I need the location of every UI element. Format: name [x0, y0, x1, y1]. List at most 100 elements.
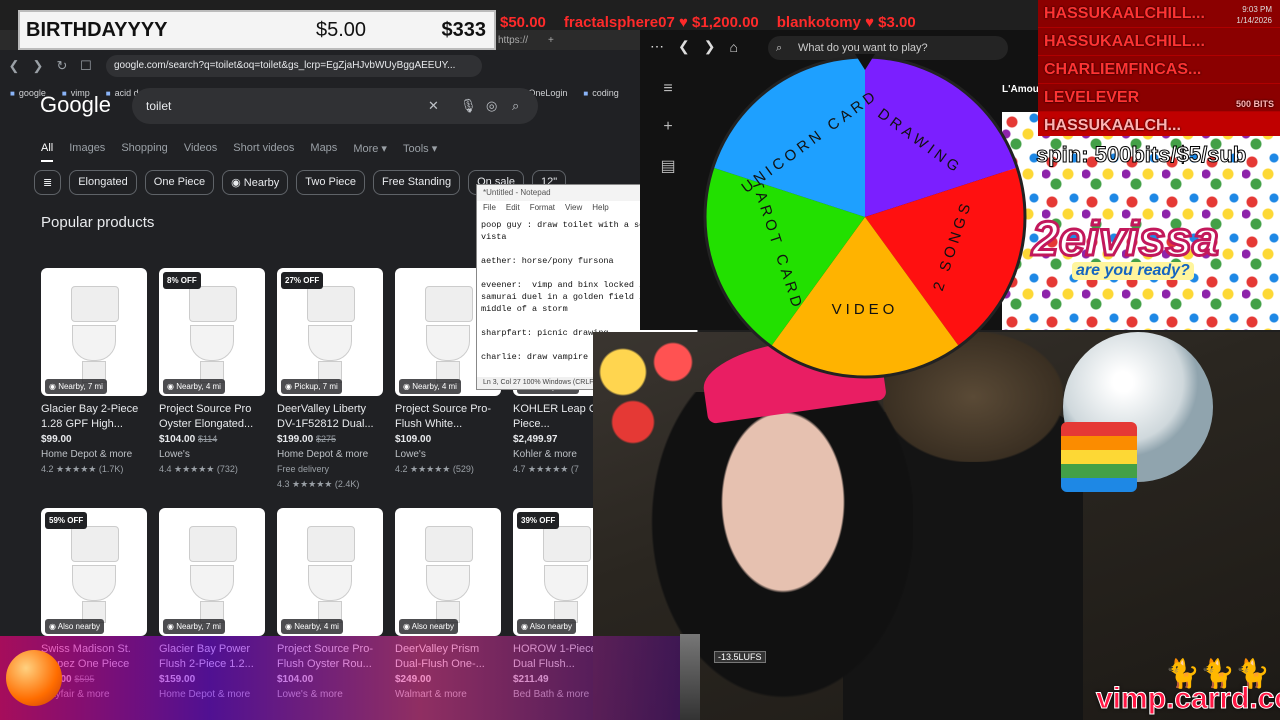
product-store: Lowe's [395, 449, 426, 460]
google-logo[interactable]: Google [40, 92, 111, 118]
product-image[interactable]: ◉ Nearby, 4 mi [277, 508, 383, 636]
alert-amount: 500 BITS [1235, 99, 1274, 109]
tab-6[interactable]: More ▾ [353, 142, 387, 162]
tab-5[interactable]: Maps [310, 142, 337, 162]
folder-icon[interactable]: ▤ [660, 156, 675, 176]
location-badge: ◉ Also nearby [45, 619, 105, 634]
product-image[interactable]: 59% OFF ◉ Also nearby [41, 508, 147, 636]
notepad-menu-item[interactable]: Edit [506, 203, 520, 212]
carrd-link[interactable]: vimp.carrd.co [1096, 682, 1280, 716]
product-image[interactable]: ◉ Nearby, 7 mi [41, 268, 147, 396]
price-current: $109.00 [395, 434, 432, 445]
notepad-menu-item[interactable]: View [565, 203, 582, 212]
search-query: toilet [146, 99, 172, 113]
product-card[interactable]: 8% OFF ◉ Nearby, 4 mi Project Source Pro O… [159, 268, 265, 477]
location-badge: ◉ Also nearby [517, 619, 577, 634]
tab-1[interactable]: Images [69, 142, 105, 162]
tab-4[interactable]: Short videos [233, 142, 294, 162]
clock-time: 9:03 PM [1242, 5, 1272, 14]
tab-2[interactable]: Shopping [121, 142, 168, 162]
clock-date: 1/14/2026 [1236, 16, 1272, 25]
price-current: $2,499.97 [513, 434, 558, 445]
product-image[interactable]: 8% OFF ◉ Nearby, 4 mi [159, 268, 265, 396]
location-badge: ◉ Nearby, 4 mi [399, 379, 461, 394]
toilet-icon [189, 526, 237, 624]
product-card[interactable]: ◉ Nearby, 7 mi Glacier Bay 2-Piece 1.28 G… [41, 268, 147, 477]
location-badge: ◉ Pickup, 7 mi [281, 379, 342, 394]
tab-7[interactable]: Tools ▾ [403, 142, 437, 162]
notepad-menu-item[interactable]: Format [530, 203, 555, 212]
product-image[interactable]: ◉ Nearby, 7 mi [159, 508, 265, 636]
discount-badge: 59% OFF [45, 512, 88, 529]
price-old: $114 [197, 434, 218, 444]
back-icon[interactable]: ❮ [678, 38, 690, 55]
search-icon[interactable]: ⌕ [512, 88, 519, 124]
filter-chip[interactable]: ≣ [34, 170, 62, 195]
product-store: Lowe's [159, 449, 190, 460]
product-price: $109.00 [395, 432, 501, 447]
filter-chip[interactable]: Free Standing [373, 170, 461, 195]
audio-meter [680, 634, 700, 720]
bookmark-icon[interactable]: ☐ [76, 58, 96, 74]
search-input[interactable]: toilet ✕ 🎙 ◎ ⌕ [132, 88, 538, 124]
product-image[interactable]: 27% OFF ◉ Pickup, 7 mi [277, 268, 383, 396]
new-tab-icon[interactable]: + [548, 35, 554, 46]
price-old: $275 [315, 434, 336, 444]
wheel-segment-label: VIDEO [832, 301, 899, 318]
discount-badge: 27% OFF [281, 272, 324, 289]
alert-item: HASSUKAALCH... [1038, 112, 1280, 136]
toilet-icon [189, 286, 237, 384]
lens-icon[interactable]: ◎ [486, 88, 497, 124]
spin-wheel[interactable]: DRAWING2 SONGSVIDEOTAROT CARDUNICORN CAR… [700, 52, 1030, 382]
notepad-menu-item[interactable]: Help [592, 203, 608, 212]
product-rating: 4.2 ★★★★★ (1.7K) [41, 464, 124, 474]
mic-icon[interactable]: 🎙 [460, 88, 477, 124]
bookmark-item[interactable]: coding [583, 88, 619, 98]
more-icon[interactable]: ⋯ [650, 38, 664, 55]
toilet-icon [307, 526, 355, 624]
clear-icon[interactable]: ✕ [428, 88, 439, 124]
product-store: Home Depot & more [41, 449, 133, 460]
product-price: $199.00 $275 [277, 432, 383, 447]
filter-chip[interactable]: Elongated [69, 170, 137, 195]
tab-url[interactable]: https:// [498, 35, 528, 46]
add-icon[interactable]: + [663, 118, 672, 136]
donation-total: $333 [441, 18, 487, 41]
product-name[interactable]: DeerValley Liberty DV-1F52812 Dual... [277, 402, 383, 432]
audio-visualizer [0, 636, 700, 720]
product-image[interactable]: ◉ Also nearby [395, 508, 501, 636]
product-rating: 4.3 ★★★★★ (2.4K) [277, 479, 360, 489]
filter-chip[interactable]: Two Piece [296, 170, 366, 195]
filter-chip[interactable]: One Piece [144, 170, 215, 195]
product-name[interactable]: Project Source Pro-Flush White... [395, 402, 501, 432]
product-name[interactable]: Project Source Pro Oyster Elongated... [159, 402, 265, 432]
price-current: $104.00 [159, 434, 196, 445]
product-rating: 4.4 ★★★★★ (732) [159, 464, 238, 474]
ticker-item: $50.00 [500, 14, 546, 31]
library-icon[interactable]: ≡ [663, 80, 672, 98]
back-icon[interactable]: ❮ [4, 58, 24, 74]
tab-0[interactable]: All [41, 142, 54, 162]
tab-3[interactable]: Videos [184, 142, 217, 162]
location-badge: ◉ Nearby, 7 mi [45, 379, 107, 394]
product-card[interactable]: 27% OFF ◉ Pickup, 7 mi DeerValley Liberty … [277, 268, 383, 492]
filter-chip[interactable]: ◉ Nearby [222, 170, 289, 195]
toilet-icon [71, 286, 119, 384]
player-sidebar: ≡ + ▤ [650, 80, 686, 176]
location-badge: ◉ Nearby, 4 mi [281, 619, 343, 634]
album-logo: 2eivissa [1031, 212, 1221, 268]
donation-amount: $5.00 [316, 18, 367, 41]
product-price: $99.00 [41, 432, 147, 447]
reload-icon[interactable]: ↻ [52, 58, 72, 74]
product-rating: Free delivery [277, 464, 330, 474]
lufs-readout: -13.5LUFS [714, 651, 766, 663]
url-bar[interactable]: google.com/search?q=toilet&oq=toilet&gs_… [106, 55, 482, 77]
donation-ticker: $50.00 fractalsphere07 ♥ $1,200.00 blankot… [500, 14, 1040, 34]
ticker-item: fractalsphere07 ♥ $1,200.00 [563, 14, 759, 31]
product-name[interactable]: Glacier Bay 2-Piece 1.28 GPF High... [41, 402, 147, 432]
discount-badge: 39% OFF [517, 512, 560, 529]
toilet-icon [543, 526, 591, 624]
notepad-menu-item[interactable]: File [483, 203, 496, 212]
forward-icon[interactable]: ❯ [28, 58, 48, 74]
toilet-icon [425, 526, 473, 624]
